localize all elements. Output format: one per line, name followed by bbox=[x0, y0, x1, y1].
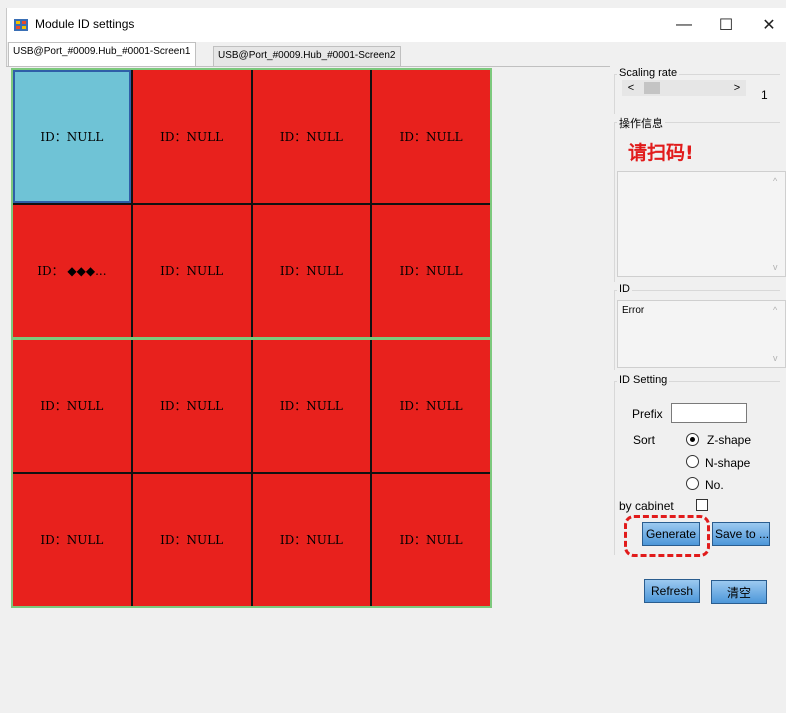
prefix-label: Prefix bbox=[632, 407, 663, 421]
tab-screen2[interactable]: USB@Port_#0009.Hub_#0001-Screen2 bbox=[213, 46, 401, 66]
scroll-right-icon[interactable]: > bbox=[728, 82, 746, 94]
info-label: 操作信息 bbox=[617, 115, 665, 131]
scaling-value: 1 bbox=[761, 88, 768, 102]
scaling-scrollbar[interactable]: < > bbox=[622, 80, 746, 96]
refresh-button[interactable]: Refresh bbox=[644, 579, 700, 603]
id-error-text: Error bbox=[622, 305, 645, 316]
scroll-up-icon[interactable]: ^ bbox=[773, 305, 777, 315]
module-cell[interactable]: ID：NULL bbox=[132, 204, 251, 337]
id-setting-label: ID Setting bbox=[617, 374, 670, 386]
module-cell[interactable]: ID：NULL bbox=[13, 70, 131, 203]
id-group-label: ID bbox=[617, 283, 632, 295]
sort-no-radio[interactable] bbox=[686, 477, 699, 490]
module-cell[interactable]: ID：NULL bbox=[372, 70, 490, 203]
prefix-input[interactable] bbox=[671, 403, 747, 423]
sort-label: Sort bbox=[633, 433, 656, 447]
module-cell[interactable]: ID：NULL bbox=[252, 339, 371, 472]
module-cell[interactable]: ID：NULL bbox=[132, 339, 251, 472]
module-cell[interactable]: ID：NULL bbox=[13, 339, 131, 472]
id-textbox-scrollbar[interactable]: ^ v bbox=[769, 301, 785, 367]
scan-prompt: 请扫码! bbox=[628, 142, 694, 164]
scaling-label: Scaling rate bbox=[617, 67, 680, 79]
sort-z-radio[interactable] bbox=[686, 433, 699, 446]
app-icon bbox=[14, 19, 28, 31]
screen-canvas: ID：NULL ID：NULL ID：NULL ID：NULL ID： ◆◆◆... ID… bbox=[6, 66, 610, 713]
save-to-button[interactable]: Save to ... bbox=[712, 522, 770, 546]
module-cell[interactable]: ID： ◆◆◆... bbox=[13, 204, 131, 337]
module-cell[interactable]: ID：NULL bbox=[372, 339, 490, 472]
module-cell[interactable]: ID：NULL bbox=[372, 473, 490, 606]
scroll-down-icon[interactable]: v bbox=[773, 262, 778, 272]
module-cell[interactable]: ID：NULL bbox=[132, 473, 251, 606]
window-title: Module ID settings bbox=[35, 17, 135, 31]
module-cell[interactable]: ID：NULL bbox=[132, 70, 251, 203]
module-cell[interactable]: ID：NULL bbox=[13, 473, 131, 606]
maximize-button[interactable]: ☐ bbox=[706, 8, 746, 42]
info-textbox[interactable]: ^ v bbox=[617, 171, 786, 277]
clear-button[interactable]: 清空 bbox=[711, 580, 767, 604]
module-cell[interactable]: ID：NULL bbox=[372, 204, 490, 337]
sort-n-radio[interactable] bbox=[686, 455, 699, 468]
scroll-left-icon[interactable]: < bbox=[622, 82, 640, 94]
sort-z-label: Z-shape bbox=[707, 433, 752, 447]
module-cell[interactable]: ID：NULL bbox=[252, 473, 371, 606]
scroll-thumb[interactable] bbox=[644, 82, 660, 94]
id-textbox[interactable]: Error ^ v bbox=[617, 300, 786, 368]
close-button[interactable]: ✕ bbox=[749, 8, 786, 42]
sort-n-label: N-shape bbox=[705, 456, 751, 470]
minimize-button[interactable]: — bbox=[664, 8, 704, 42]
scroll-up-icon[interactable]: ^ bbox=[773, 176, 777, 186]
cabinet-divider bbox=[13, 337, 490, 340]
by-cabinet-checkbox[interactable] bbox=[696, 499, 708, 511]
generate-highlight bbox=[624, 515, 710, 557]
by-cabinet-label: by cabinet bbox=[619, 499, 674, 513]
textbox-scrollbar[interactable]: ^ v bbox=[769, 172, 785, 276]
module-grid: ID：NULL ID：NULL ID：NULL ID：NULL ID： ◆◆◆... ID… bbox=[11, 68, 492, 608]
module-cell[interactable]: ID：NULL bbox=[252, 204, 371, 337]
module-cell[interactable]: ID：NULL bbox=[252, 70, 371, 203]
tab-screen1[interactable]: USB@Port_#0009.Hub_#0001-Screen1 bbox=[8, 42, 196, 66]
title-bar: Module ID settings — ☐ ✕ bbox=[7, 8, 786, 42]
scroll-down-icon[interactable]: v bbox=[773, 353, 778, 363]
sort-no-label: No. bbox=[705, 478, 724, 492]
